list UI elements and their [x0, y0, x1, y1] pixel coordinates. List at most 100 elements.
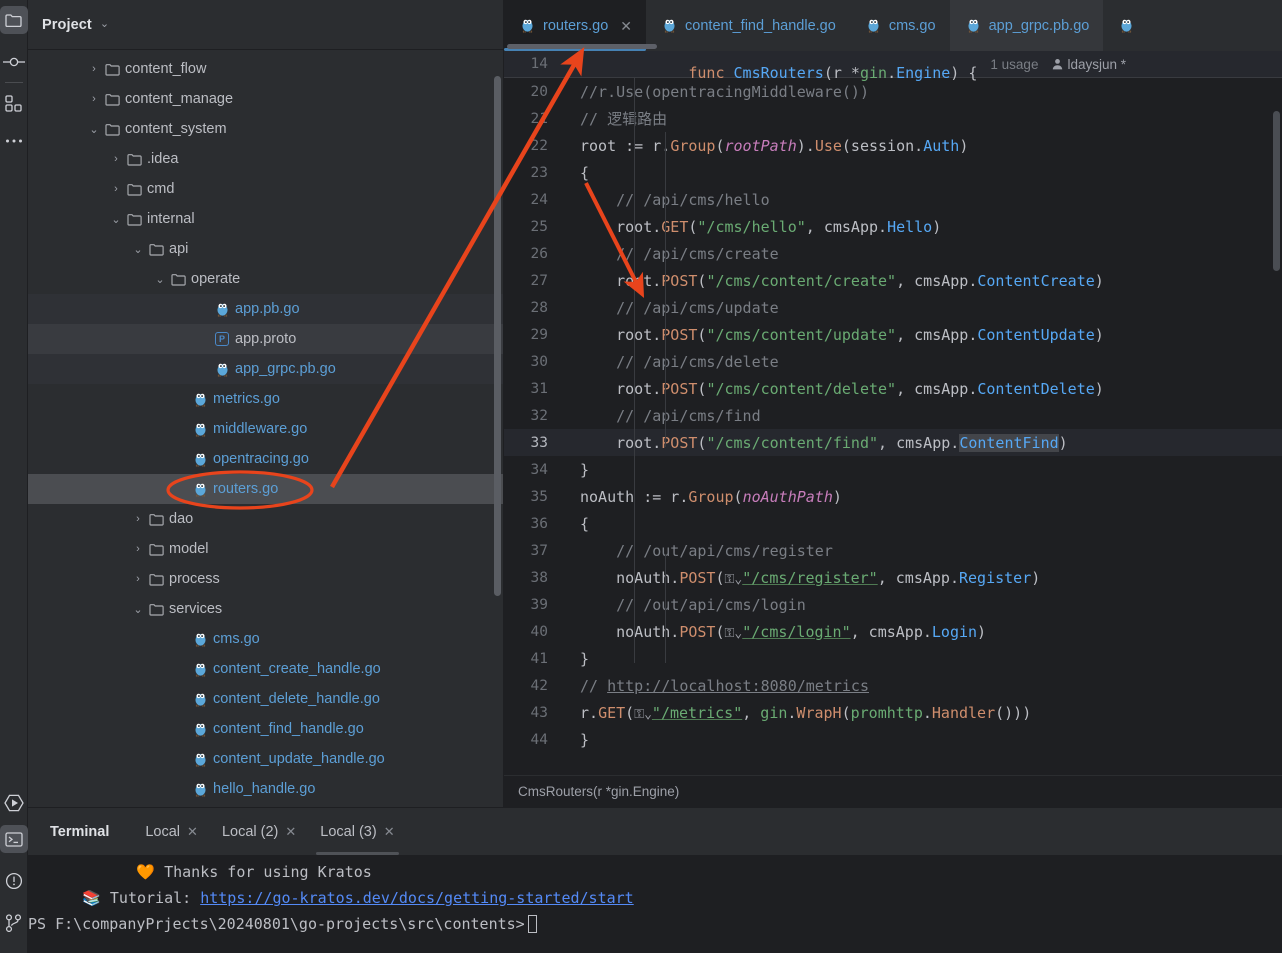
chevron-right-icon[interactable]: ›	[86, 63, 102, 75]
chevron-down-icon[interactable]: ⌄	[100, 19, 109, 30]
editor-tab-app-grpc-pb-go[interactable]: app_grpc.pb.go	[949, 0, 1104, 51]
tree-item-app-proto[interactable]: Papp.proto	[28, 324, 503, 354]
tree-item-app-pb-go[interactable]: app.pb.go	[28, 294, 503, 324]
code-line[interactable]: 21 // 逻辑路由	[504, 105, 1282, 132]
code-line[interactable]: 44}	[504, 726, 1282, 753]
commit-icon[interactable]	[0, 48, 28, 76]
code-viewport[interactable]: 14 func CmsRouters(r *gin.Engine) { 1 us…	[504, 51, 1282, 775]
tree-item-api[interactable]: ⌄ api	[28, 234, 503, 264]
tree-item-services[interactable]: ⌄ services	[28, 594, 503, 624]
usage-hint[interactable]: 1 usage	[990, 57, 1038, 72]
run-icon[interactable]	[0, 789, 28, 817]
chevron-down-icon[interactable]: ⌄	[108, 213, 124, 226]
code-line[interactable]: 38 noAuth.POST(⚿⌄"/cms/register", cmsApp…	[504, 564, 1282, 591]
tree-item-process[interactable]: › process	[28, 564, 503, 594]
code-line[interactable]: 39 // /out/api/cms/login	[504, 591, 1282, 618]
terminal-icon[interactable]	[0, 825, 28, 853]
tree-item-content-manage[interactable]: › content_manage	[28, 84, 503, 114]
tree-item-routers-go[interactable]: routers.go	[28, 474, 503, 504]
chevron-down-icon[interactable]: ⌄	[130, 603, 146, 616]
terminal-tab-local[interactable]: Local ✕	[133, 808, 210, 855]
code-line[interactable]: 37 // /out/api/cms/register	[504, 537, 1282, 564]
code-line[interactable]: 22 root := r.Group(rootPath).Use(session.…	[504, 132, 1282, 159]
chevron-right-icon[interactable]: ›	[86, 93, 102, 105]
tree-item-middleware-go[interactable]: middleware.go	[28, 414, 503, 444]
code-line[interactable]: 29 root.POST("/cms/content/update", cmsA…	[504, 321, 1282, 348]
author-label[interactable]: ldaysjun *	[1067, 57, 1126, 72]
code-line[interactable]: 35 noAuth := r.Group(noAuthPath)	[504, 483, 1282, 510]
code-line[interactable]: 43 r.GET(⚿⌄"/metrics", gin.WrapH(promhttp…	[504, 699, 1282, 726]
tree-item-content-find-handle-go[interactable]: content_find_handle.go	[28, 714, 503, 744]
editor-tab-cms-go[interactable]: cms.go	[850, 0, 950, 51]
code-line[interactable]: 25 root.GET("/cms/hello", cmsApp.Hello)	[504, 213, 1282, 240]
editor-scrollbar[interactable]	[1273, 111, 1280, 271]
editor-breadcrumb[interactable]: CmsRouters(r *gin.Engine)	[504, 775, 1282, 807]
close-icon[interactable]: ✕	[620, 19, 632, 33]
tree-item-model[interactable]: › model	[28, 534, 503, 564]
code-line[interactable]: 33 root.POST("/cms/content/find", cmsApp…	[504, 429, 1282, 456]
project-icon[interactable]	[0, 6, 28, 34]
terminal-tab-local--2-[interactable]: Local (2) ✕	[210, 808, 308, 855]
code-line[interactable]: 24 // /api/cms/hello	[504, 186, 1282, 213]
tree-item-label: metrics.go	[213, 391, 280, 407]
terminal-tab-local--3-[interactable]: Local (3) ✕	[308, 808, 406, 855]
code-line[interactable]: 42 // http://localhost:8080/metrics	[504, 672, 1282, 699]
tree-item-opentracing-go[interactable]: opentracing.go	[28, 444, 503, 474]
tree-item-cmd[interactable]: › cmd	[28, 174, 503, 204]
version-control-icon[interactable]	[0, 909, 28, 937]
code-line[interactable]: 40 noAuth.POST(⚿⌄"/cms/login", cmsApp.Lo…	[504, 618, 1282, 645]
code-line[interactable]: 31 root.POST("/cms/content/delete", cmsA…	[504, 375, 1282, 402]
editor-tab-bar: routers.go ✕ content_find_handle.go cms.go a…	[504, 0, 1282, 51]
editor-tab-content-find-handle-go[interactable]: content_find_handle.go	[646, 0, 850, 51]
code-text: //r.Use(opentracingMiddleware())	[580, 82, 869, 101]
run-glyph	[3, 794, 24, 812]
tree-item-content-flow[interactable]: › content_flow	[28, 54, 503, 84]
terminal-output[interactable]: 🧡 Thanks for using Kratos 📚 Tutorial: ht…	[28, 855, 1282, 953]
tree-item-content-system[interactable]: ⌄ content_system	[28, 114, 503, 144]
more-icon[interactable]	[0, 127, 28, 155]
tree-item--idea[interactable]: › .idea	[28, 144, 503, 174]
code-line[interactable]: 32 // /api/cms/find	[504, 402, 1282, 429]
tree-item-content-update-handle-go[interactable]: content_update_handle.go	[28, 744, 503, 774]
chevron-right-icon[interactable]: ›	[108, 153, 124, 165]
code-line[interactable]: 23 {	[504, 159, 1282, 186]
chevron-down-icon[interactable]: ⌄	[152, 273, 168, 286]
code-line[interactable]: 26 // /api/cms/create	[504, 240, 1282, 267]
tree-item-cms-go[interactable]: cms.go	[28, 624, 503, 654]
project-scrollbar[interactable]	[494, 76, 501, 596]
editor-tab-overflow[interactable]	[1103, 0, 1148, 51]
chevron-right-icon[interactable]: ›	[108, 183, 124, 195]
code-line[interactable]: 41}	[504, 645, 1282, 672]
code-line[interactable]: 28 // /api/cms/update	[504, 294, 1282, 321]
close-icon[interactable]: ✕	[187, 824, 198, 840]
terminal-link[interactable]: https://go-kratos.dev/docs/getting-start…	[200, 889, 633, 907]
chevron-down-icon[interactable]: ⌄	[130, 243, 146, 256]
code-line[interactable]: 36 {	[504, 510, 1282, 537]
code-line[interactable]: 30 // /api/cms/delete	[504, 348, 1282, 375]
chevron-right-icon[interactable]: ›	[130, 543, 146, 555]
code-line[interactable]: 20 //r.Use(opentracingMiddleware())	[504, 78, 1282, 105]
code-text: // /api/cms/find	[616, 406, 761, 425]
tree-item-hello-handle-go[interactable]: hello_handle.go	[28, 774, 503, 804]
problems-icon[interactable]	[0, 867, 28, 895]
code-line[interactable]: 34}	[504, 456, 1282, 483]
tree-item-metrics-go[interactable]: metrics.go	[28, 384, 503, 414]
code-text: root.POST("/cms/content/delete", cmsApp.…	[616, 379, 1104, 398]
structure-icon[interactable]	[0, 89, 28, 117]
tree-item-app-grpc-pb-go[interactable]: app_grpc.pb.go	[28, 354, 503, 384]
tree-item-operate[interactable]: ⌄ operate	[28, 264, 503, 294]
tree-item-dao[interactable]: › dao	[28, 504, 503, 534]
tree-item-internal[interactable]: ⌄ internal	[28, 204, 503, 234]
close-icon[interactable]: ✕	[384, 824, 395, 840]
tab-bar-scrollbar[interactable]	[507, 44, 657, 49]
chevron-right-icon[interactable]: ›	[130, 513, 146, 525]
tree-item-content-create-handle-go[interactable]: content_create_handle.go	[28, 654, 503, 684]
tree-item-content-delete-handle-go[interactable]: content_delete_handle.go	[28, 684, 503, 714]
code-text: {	[580, 514, 590, 533]
terminal-title: Terminal	[50, 823, 110, 840]
code-line[interactable]: 27 root.POST("/cms/content/create", cmsA…	[504, 267, 1282, 294]
project-header[interactable]: Project ⌄	[28, 0, 503, 50]
chevron-right-icon[interactable]: ›	[130, 573, 146, 585]
chevron-down-icon[interactable]: ⌄	[86, 123, 102, 136]
close-icon[interactable]: ✕	[285, 824, 296, 840]
